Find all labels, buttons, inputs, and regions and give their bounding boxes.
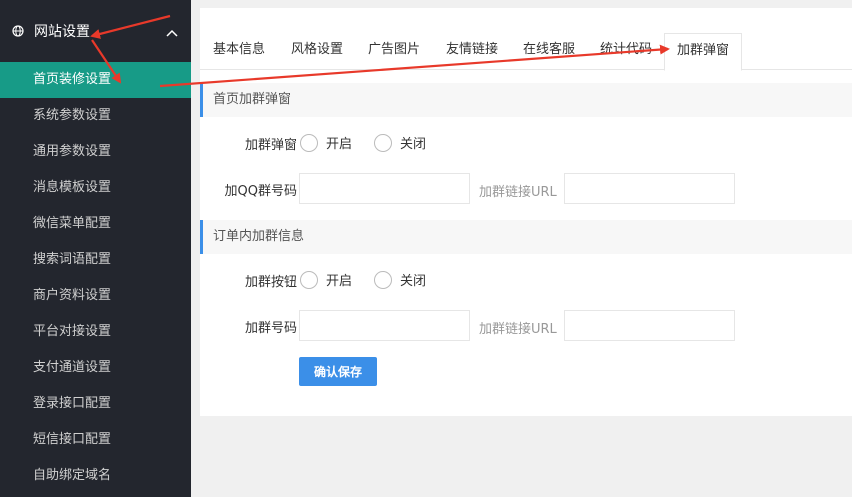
sidebar-item-login-api[interactable]: 登录接口配置 [0,386,191,422]
tab-online-service[interactable]: 在线客服 [523,33,575,70]
sidebar-item-search-terms[interactable]: 搜索词语配置 [0,242,191,278]
sidebar-item-domain-binding[interactable]: 自助绑定域名 [0,458,191,494]
chevron-up-icon[interactable] [166,29,178,37]
sidebar-group-label: 网站设置 [34,24,90,40]
tab-bar: 基本信息 风格设置 广告图片 友情链接 在线客服 统计代码 加群弹窗 [200,33,852,71]
radio-off-label: 关闭 [400,137,427,152]
section-homepage-group-popup: 首页加群弹窗 [200,83,852,117]
sidebar-item-sms-api[interactable]: 短信接口配置 [0,422,191,458]
tab-ad-images[interactable]: 广告图片 [368,33,420,70]
radio-circle[interactable] [300,133,318,152]
group-link-url-input[interactable] [564,173,735,204]
qq-group-number-label: 加QQ群号码 [224,184,297,199]
tab-basic-info[interactable]: 基本信息 [213,33,265,70]
sidebar-item-general-params[interactable]: 通用参数设置 [0,134,191,170]
sidebar-item-platform-integration[interactable]: 平台对接设置 [0,314,191,350]
sidebar-item-message-templates[interactable]: 消息模板设置 [0,170,191,206]
radio-on-label: 开启 [326,137,353,152]
group-popup-on-radio[interactable]: 开启 [300,133,352,152]
group-link-url-input-2[interactable] [564,310,735,341]
sidebar: 网站设置 首页装修设置 系统参数设置 通用参数设置 消息模板设置 微信菜单配置 … [0,0,191,497]
main-area: 基本信息 风格设置 广告图片 友情链接 在线客服 统计代码 加群弹窗 首页加群弹… [191,0,852,497]
sidebar-item-homepage-decoration[interactable]: 首页装修设置 [0,62,191,98]
globe-icon [12,25,24,37]
radio-off-label: 关闭 [400,274,427,289]
tab-style-settings[interactable]: 风格设置 [291,33,343,70]
group-button-label: 加群按钮 [244,275,297,290]
group-link-url-label-2: 加群链接URL [479,322,557,337]
sidebar-item-merchant-info[interactable]: 商户资料设置 [0,278,191,314]
sidebar-group-website-settings[interactable]: 网站设置 [0,0,191,62]
tab-friend-links[interactable]: 友情链接 [446,33,498,70]
sidebar-item-payment-channels[interactable]: 支付通道设置 [0,350,191,386]
tab-group-popup[interactable]: 加群弹窗 [664,33,743,71]
group-button-on-radio[interactable]: 开启 [300,270,352,289]
settings-panel: 基本信息 风格设置 广告图片 友情链接 在线客服 统计代码 加群弹窗 首页加群弹… [200,8,852,416]
section-order-group-info: 订单内加群信息 [200,220,852,254]
group-number-input[interactable] [299,310,470,341]
sidebar-item-system-params[interactable]: 系统参数设置 [0,98,191,134]
group-popup-off-radio[interactable]: 关闭 [374,133,426,152]
radio-circle[interactable] [374,270,392,289]
group-popup-label: 加群弹窗 [244,138,297,153]
group-link-url-label: 加群链接URL [479,185,557,200]
sidebar-item-wechat-menu[interactable]: 微信菜单配置 [0,206,191,242]
save-button[interactable]: 确认保存 [299,357,377,386]
tab-stats-code[interactable]: 统计代码 [600,33,652,70]
radio-circle[interactable] [374,133,392,152]
group-button-off-radio[interactable]: 关闭 [374,270,426,289]
radio-on-label: 开启 [326,274,353,289]
radio-circle[interactable] [300,270,318,289]
qq-group-number-input[interactable] [299,173,470,204]
group-number-label: 加群号码 [244,321,297,336]
